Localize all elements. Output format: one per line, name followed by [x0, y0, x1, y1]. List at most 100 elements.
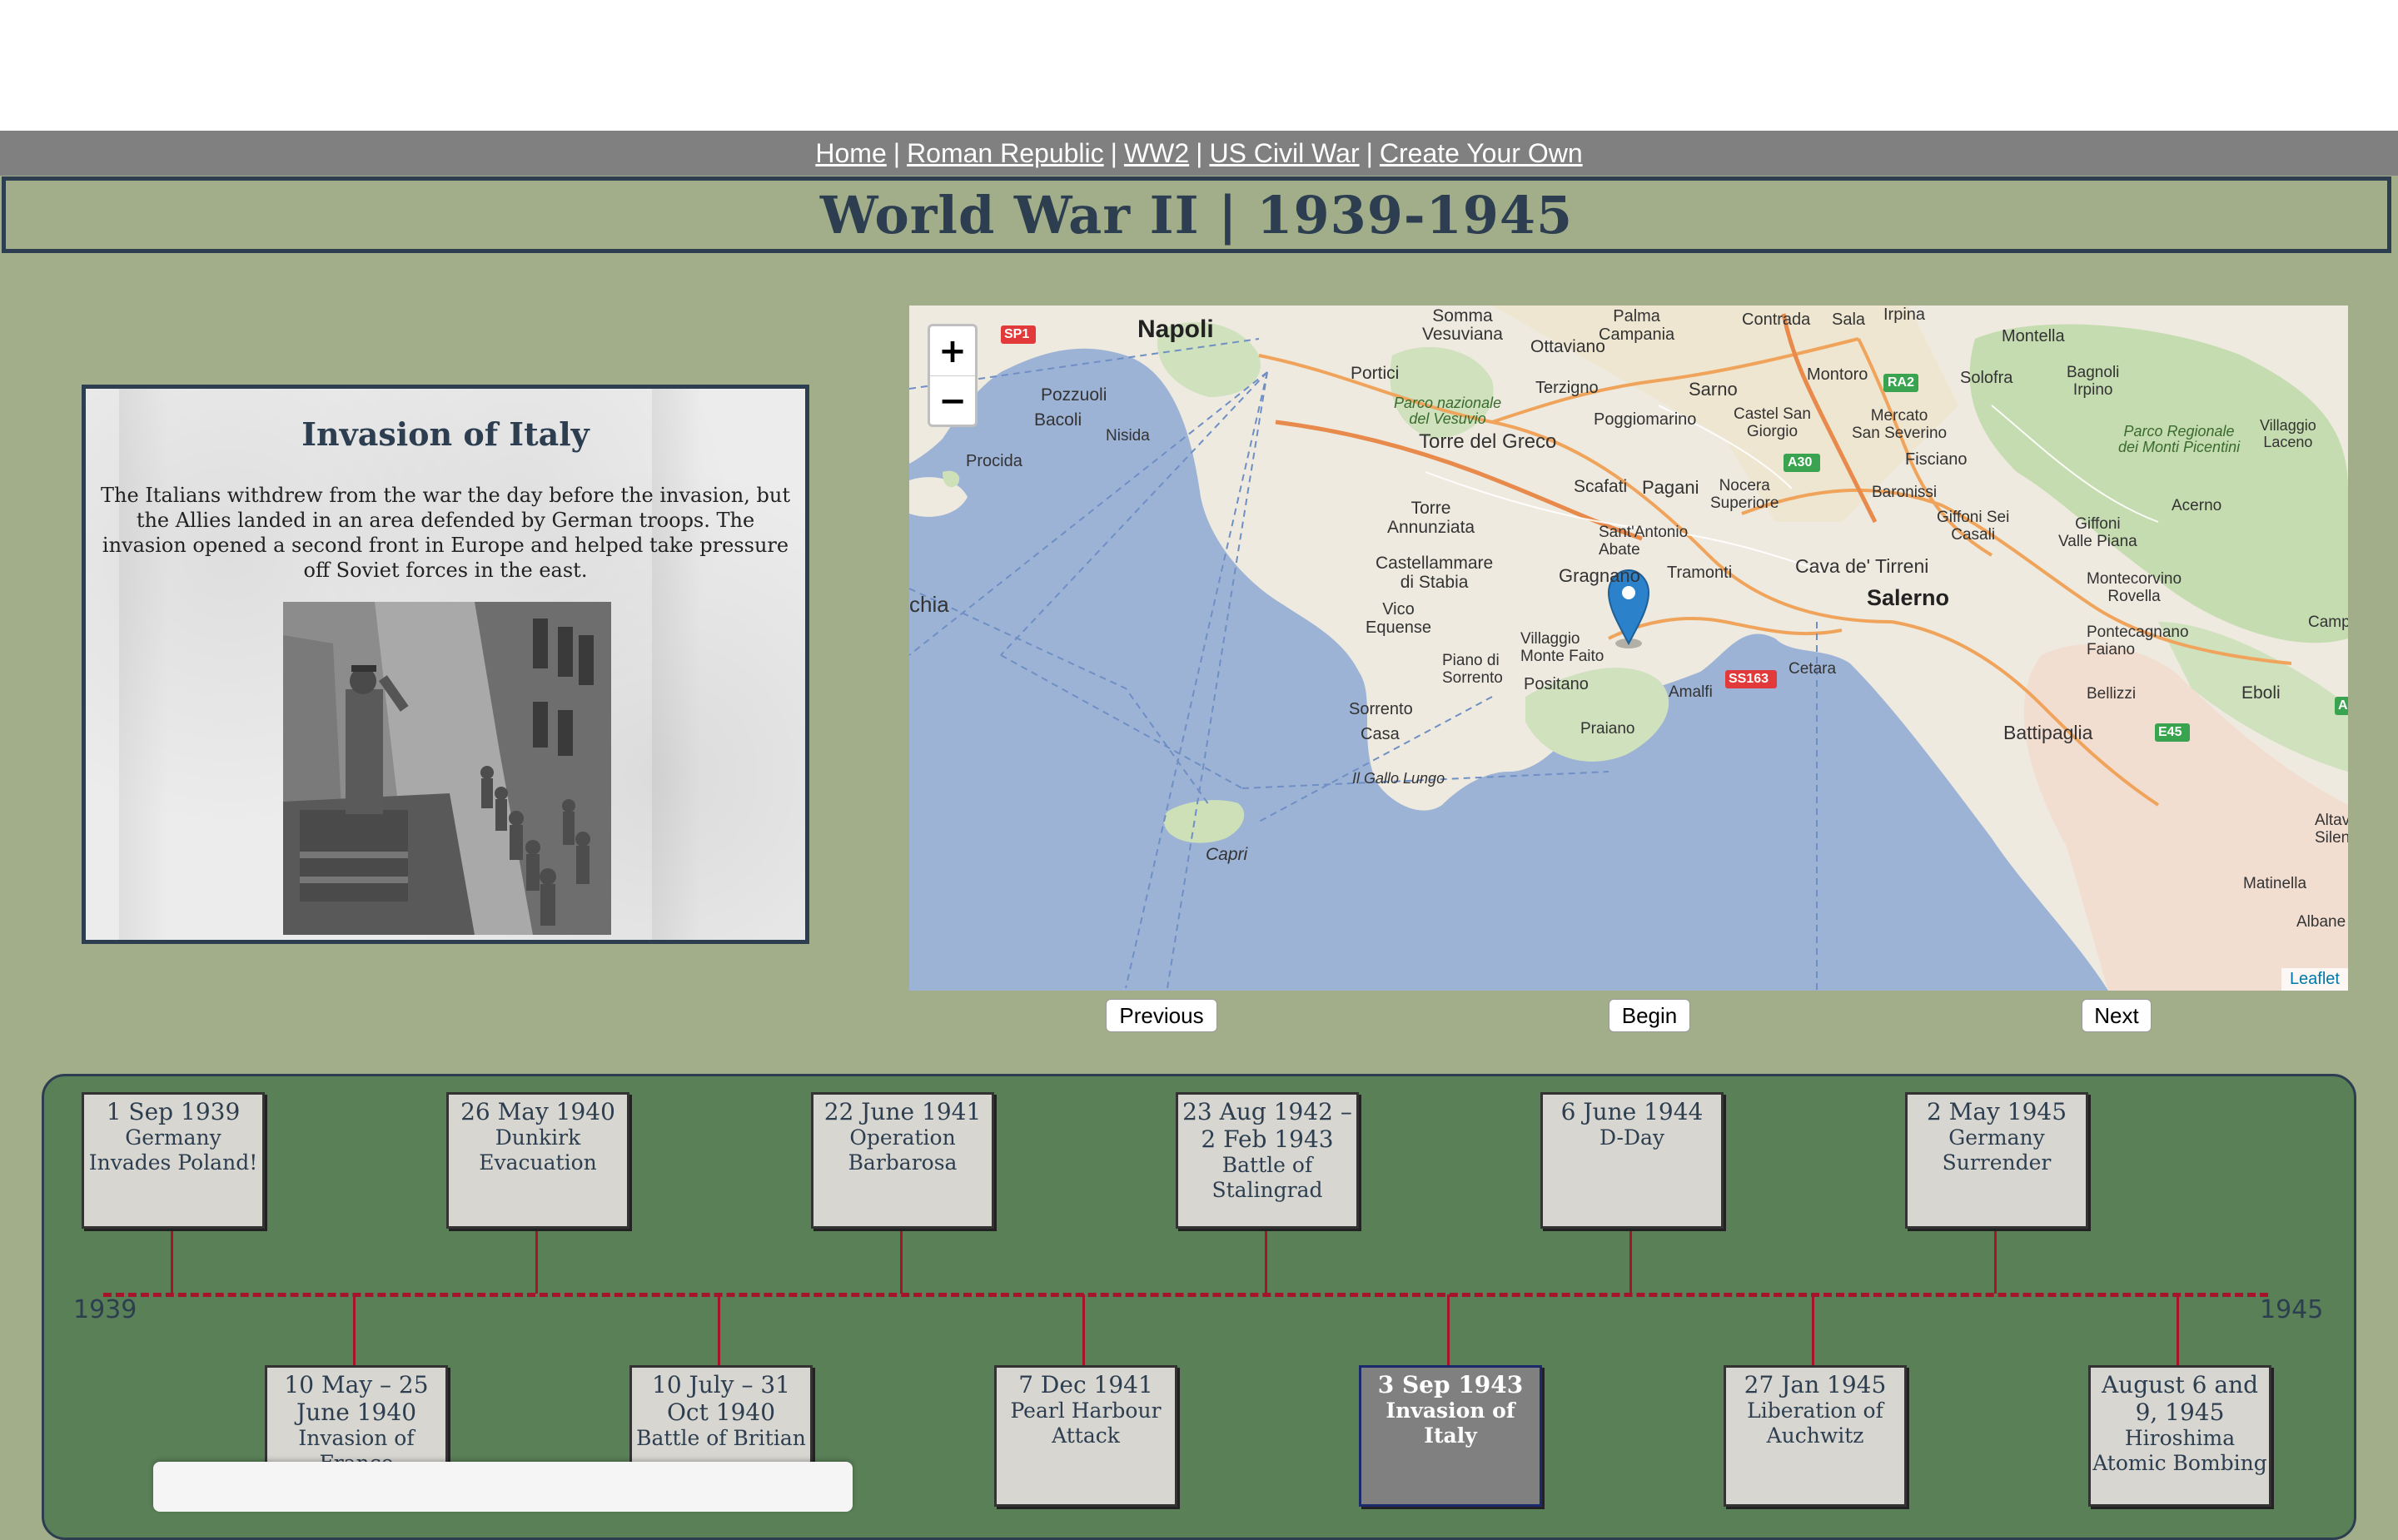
timeline-event-card[interactable]: 22 June 1941 Operation Barbarosa	[811, 1092, 994, 1229]
map-label-montoro: Montoro	[1807, 365, 1868, 384]
paper-texture	[652, 389, 702, 940]
timeline-start-year: 1939	[73, 1295, 137, 1324]
map-label-pontecagnano: Pontecagnano Faiano	[2087, 623, 2189, 658]
map-label-praiano: Praiano	[1580, 720, 1635, 738]
map-label-bellizzi: Bellizzi	[2087, 685, 2137, 703]
zoom-in-button[interactable]: +	[930, 326, 975, 376]
map-label-terzigno: Terzigno	[1535, 379, 1599, 397]
map-attribution[interactable]: Leaflet	[2281, 968, 2348, 991]
timeline-connector	[1994, 1229, 1997, 1294]
timeline-end-year: 1945	[2260, 1295, 2324, 1324]
map-label-vesuvio: Parco nazionale del Vesuvio	[1394, 395, 1502, 427]
paper-texture	[119, 389, 169, 940]
map-label-baronissi: Baronissi	[1872, 484, 1938, 501]
event-date: 7 Dec 1941	[1018, 1371, 1153, 1398]
timeline-connector	[171, 1229, 173, 1294]
map-label-sorrento: Sorrento	[1349, 700, 1413, 718]
timeline-event-card[interactable]: 27 Jan 1945 Liberation of Auchwitz	[1724, 1365, 1907, 1507]
map-label-acerno: Acerno	[2172, 497, 2222, 514]
timeline-event-card[interactable]: 2 May 1945 Germany Surrender	[1905, 1092, 2088, 1229]
nav-separator: |	[893, 138, 901, 168]
map-labels: Napoli Somma Vesuviana Ottaviano Palma C…	[909, 306, 2348, 991]
map-label-napoli: Napoli	[1137, 315, 1214, 343]
map-label-procida: Procida	[966, 452, 1022, 470]
timeline-event-card[interactable]: 26 May 1940 Dunkirk Evacuation	[446, 1092, 629, 1229]
previous-button[interactable]: Previous	[1106, 999, 1217, 1032]
map-label-montella: Montella	[2002, 327, 2065, 345]
map-label-bacoli: Bacoli	[1034, 410, 1082, 430]
map-label-salerno: Salerno	[1867, 585, 1950, 610]
map-label-campag: Campag	[2308, 614, 2348, 631]
map-label-torre-ann: Torre Annunziata	[1387, 499, 1475, 537]
map-label-portici: Portici	[1351, 364, 1400, 383]
map-label-tramonti: Tramonti	[1667, 564, 1733, 582]
nav-separator: |	[1196, 138, 1203, 168]
begin-button[interactable]: Begin	[1609, 999, 1690, 1032]
road-shield-a: A	[2338, 698, 2348, 713]
map-label-matinella: Matinella	[2243, 875, 2307, 892]
timeline-event-card-active[interactable]: 3 Sep 1943 Invasion of Italy	[1359, 1365, 1542, 1507]
map-label-pagani: Pagani	[1642, 477, 1699, 498]
map-label-vico: Vico Equense	[1366, 600, 1431, 637]
map-label-solofra: Solofra	[1960, 369, 2013, 387]
bottom-overlay-panel[interactable]	[153, 1462, 853, 1512]
map-label-villaggio-faito: Villaggio Monte Faito	[1520, 630, 1604, 665]
timeline-event-card[interactable]: 1 Sep 1939 Germany Invades Poland!	[82, 1092, 265, 1229]
timeline-connector	[1812, 1294, 1814, 1366]
map-label-irpina: Irpina	[1883, 306, 1926, 324]
map-label-nocera: Nocera Superiore	[1710, 477, 1779, 512]
timeline-connector	[718, 1294, 720, 1366]
event-description: The Italians withdrew from the war the d…	[101, 484, 790, 582]
timeline-connector	[2177, 1294, 2179, 1366]
map-label-cava: Cava de' Tirreni	[1795, 555, 1929, 577]
event-title: Hiroshima Atomic Bombing	[2092, 1426, 2267, 1475]
next-button[interactable]: Next	[2082, 999, 2152, 1032]
event-title: Battle of Britian	[636, 1426, 806, 1450]
page-title-bar: World War II | 1939-1945	[2, 176, 2391, 253]
map-label-montecorvino: Montecorvino Rovella	[2087, 570, 2182, 605]
map-label-villaggio: Villaggio Laceno	[2260, 417, 2316, 450]
nav-link-roman-republic[interactable]: Roman Republic	[907, 138, 1104, 168]
timeline-event-card[interactable]: August 6 and 9, 1945 Hiroshima Atomic Bo…	[2088, 1365, 2271, 1507]
timeline-axis-line	[103, 1293, 2268, 1297]
event-date: 26 May 1940	[460, 1098, 615, 1125]
map-label-picentini: Parco Regionale dei Monti Picentini	[2118, 423, 2241, 455]
map-label-casa: Casa	[1361, 725, 1400, 743]
nav-link-home[interactable]: Home	[815, 138, 886, 168]
event-title: Germany Invades Poland!	[88, 1125, 258, 1175]
event-date: 1 Sep 1939	[106, 1098, 241, 1125]
map-label-sarno: Sarno	[1689, 379, 1738, 400]
nav-link-create-your-own[interactable]: Create Your Own	[1380, 138, 1583, 168]
event-date: 10 July – 31 Oct 1940	[652, 1371, 790, 1426]
map-label-gallo: Il Gallo Lungo	[1352, 770, 1445, 787]
timeline-connector	[1082, 1294, 1085, 1366]
map-label-cetara: Cetara	[1789, 660, 1837, 678]
map-label-contrada: Contrada	[1742, 310, 1811, 329]
road-shield-e45: E45	[2158, 725, 2182, 739]
event-title: Liberation of Auchwitz	[1747, 1398, 1883, 1448]
timeline-event-card[interactable]: 23 Aug 1942 – 2 Feb 1943 Battle of Stali…	[1176, 1092, 1359, 1229]
event-title: Dunkirk Evacuation	[479, 1125, 597, 1175]
map-label-amalfi: Amalfi	[1669, 683, 1713, 701]
page-title: World War II | 1939-1945	[819, 184, 1574, 246]
map-label-capri: Capri	[1206, 845, 1248, 864]
timeline-connector	[1447, 1294, 1450, 1366]
map-label-sant-antonio: Sant'Antonio Abate	[1599, 524, 1689, 559]
event-date: August 6 and 9, 1945	[2101, 1371, 2259, 1426]
map-label-giffoni-valle: Giffoni Valle Piana	[2058, 515, 2137, 550]
nav-link-ww2[interactable]: WW2	[1124, 138, 1189, 168]
timeline-event-card[interactable]: 6 June 1944 D-Day	[1540, 1092, 1724, 1229]
road-shield-a30: A30	[1788, 455, 1813, 469]
map-label-gragnano: Gragnano	[1559, 565, 1640, 586]
nav-link-us-civil-war[interactable]: US Civil War	[1209, 138, 1359, 168]
map-label-piano: Piano di Sorrento	[1442, 652, 1503, 687]
map[interactable]: Napoli Somma Vesuviana Ottaviano Palma C…	[909, 306, 2348, 991]
zoom-out-button[interactable]: −	[930, 376, 975, 425]
top-blank-area	[0, 0, 2398, 131]
map-label-bagnoli: Bagnoli Irpino	[2067, 364, 2120, 399]
nav-separator: |	[1366, 138, 1373, 168]
map-label-palma: Palma Campania	[1599, 307, 1675, 344]
map-label-albane: Albane	[2296, 913, 2346, 931]
map-label-somma: Somma Vesuviana	[1422, 306, 1503, 344]
timeline-event-card[interactable]: 7 Dec 1941 Pearl Harbour Attack	[994, 1365, 1177, 1507]
